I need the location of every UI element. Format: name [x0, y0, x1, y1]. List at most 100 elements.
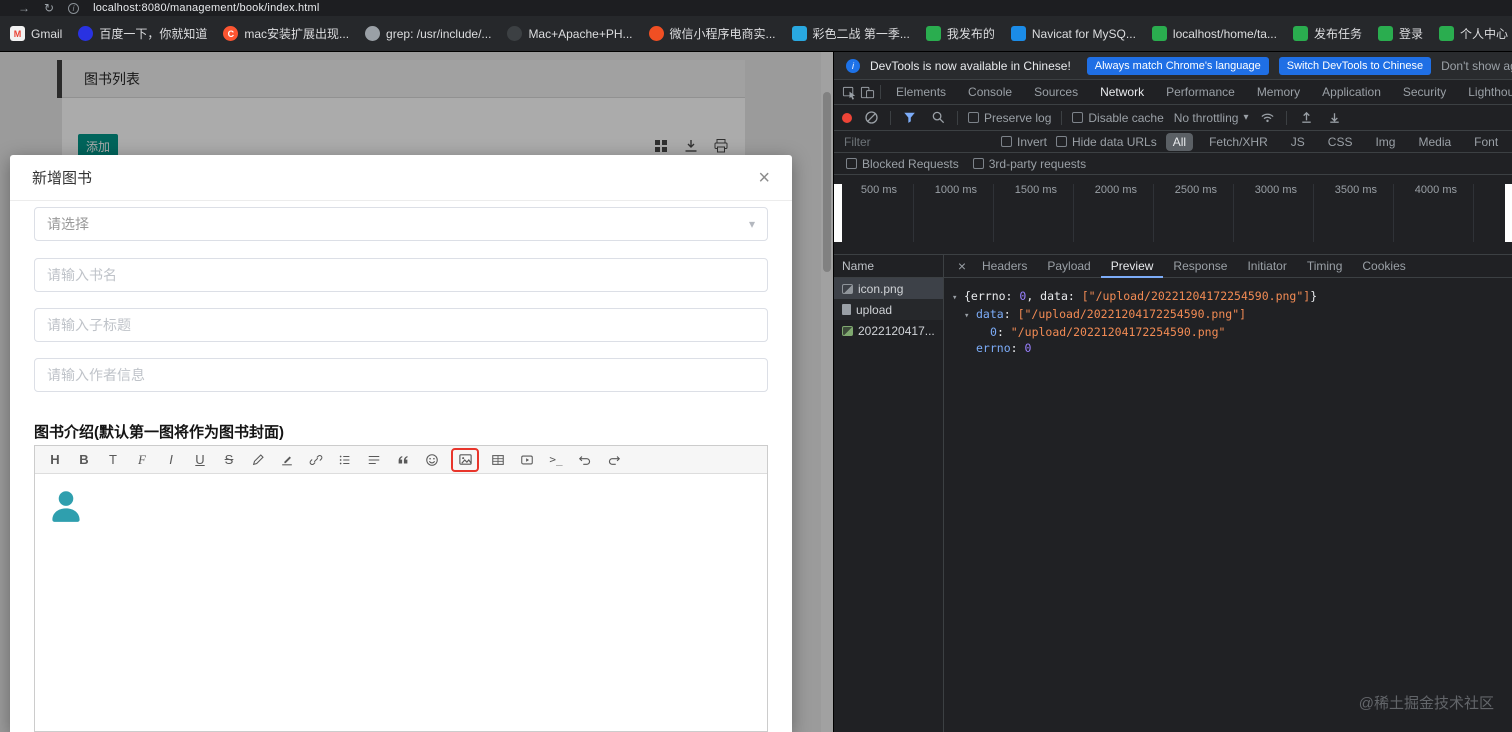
divider [880, 85, 881, 99]
invert-checkbox[interactable]: Invert [1001, 135, 1047, 149]
throttling-dropdown[interactable]: No throttling ▾ [1174, 111, 1249, 125]
inspect-icon[interactable] [840, 83, 858, 101]
hide-data-urls-checkbox[interactable]: Hide data URLs [1056, 135, 1157, 149]
filter-chip-fetch-xhr[interactable]: Fetch/XHR [1202, 133, 1275, 151]
align-icon[interactable] [364, 449, 384, 471]
tab-payload[interactable]: Payload [1037, 255, 1100, 278]
request-row-image[interactable]: 2022120417... [834, 320, 943, 341]
match-language-button[interactable]: Always match Chrome's language [1086, 56, 1269, 75]
highlight-icon[interactable] [277, 449, 297, 471]
bookmark-ww2-series[interactable]: 彩色二战 第一季... [791, 25, 910, 42]
expand-caret-icon[interactable]: ▾ [964, 308, 976, 324]
bookmark-profile[interactable]: 个人中心 [1439, 25, 1508, 42]
json-data-line[interactable]: ▾ data: ["/upload/20221204172254590.png"] [944, 306, 1512, 324]
disable-cache-checkbox[interactable]: Disable cache [1072, 111, 1164, 125]
tab-lighthouse[interactable]: Lighthouse [1457, 80, 1512, 104]
redo-icon[interactable] [604, 449, 624, 471]
table-icon[interactable] [488, 449, 508, 471]
tab-elements[interactable]: Elements [885, 80, 957, 104]
url-text[interactable]: localhost:8080/management/book/index.htm… [93, 2, 320, 14]
tab-security[interactable]: Security [1392, 80, 1457, 104]
tab-console[interactable]: Console [957, 80, 1023, 104]
import-har-icon[interactable] [1297, 109, 1315, 127]
close-detail-icon[interactable]: × [952, 258, 972, 274]
switch-to-chinese-button[interactable]: Switch DevTools to Chinese [1278, 56, 1432, 75]
tab-application[interactable]: Application [1311, 80, 1392, 104]
editor-content[interactable] [35, 475, 767, 731]
filter-chip-js[interactable]: JS [1284, 133, 1312, 151]
filter-chip-css[interactable]: CSS [1321, 133, 1360, 151]
export-har-icon[interactable] [1325, 109, 1343, 127]
tab-initiator[interactable]: Initiator [1237, 255, 1296, 278]
bookmark-grep[interactable]: grep: /usr/include/... [365, 26, 491, 41]
link-icon[interactable] [306, 449, 326, 471]
third-party-checkbox[interactable]: 3rd-party requests [972, 157, 1086, 171]
wechat-favicon [648, 26, 664, 41]
filter-chip-font[interactable]: Font [1467, 133, 1505, 151]
author-input[interactable] [34, 358, 768, 392]
bookmark-my-posts[interactable]: 我发布的 [925, 25, 995, 42]
book-name-input[interactable] [34, 258, 768, 292]
bookmark-localhost-home[interactable]: localhost/home/ta... [1151, 26, 1277, 41]
tab-network[interactable]: Network [1089, 80, 1155, 104]
green-favicon [925, 26, 941, 41]
italic-icon[interactable]: I [161, 449, 181, 471]
bookmark-login[interactable]: 登录 [1377, 25, 1423, 42]
filter-icon[interactable] [901, 109, 919, 127]
underline-icon[interactable]: U [190, 449, 210, 471]
dont-show-again-button[interactable]: Don't show again [1441, 59, 1512, 73]
request-row-upload[interactable]: upload [834, 299, 943, 320]
tab-headers[interactable]: Headers [972, 255, 1037, 278]
green-favicon [1151, 26, 1167, 41]
undo-icon[interactable] [575, 449, 595, 471]
record-button[interactable] [842, 112, 852, 123]
tab-performance[interactable]: Performance [1155, 80, 1246, 104]
tab-sources[interactable]: Sources [1023, 80, 1089, 104]
quote-icon[interactable] [393, 449, 413, 471]
bookmark-mac-apache[interactable]: Mac+Apache+PH... [507, 26, 633, 41]
bullet-list-icon[interactable] [335, 449, 355, 471]
tab-response[interactable]: Response [1163, 255, 1237, 278]
tab-preview[interactable]: Preview [1101, 255, 1164, 278]
bold-icon[interactable]: B [74, 449, 94, 471]
font-family-icon[interactable]: F [132, 449, 152, 471]
clear-icon[interactable] [862, 109, 880, 127]
bookmark-wechat-miniprogram[interactable]: 微信小程序电商实... [648, 25, 776, 42]
filter-chip-all[interactable]: All [1165, 132, 1194, 151]
json-root-line[interactable]: ▾ {errno: 0, data: ["/upload/202212041722… [944, 288, 1512, 306]
subtitle-input[interactable] [34, 308, 768, 342]
filter-chip-img[interactable]: Img [1368, 133, 1402, 151]
network-conditions-icon[interactable] [1258, 109, 1276, 127]
bookmark-gmail[interactable]: M Gmail [10, 26, 62, 41]
device-toolbar-icon[interactable] [858, 83, 876, 101]
filter-chip-media[interactable]: Media [1411, 133, 1458, 151]
font-size-icon[interactable]: T [103, 449, 123, 471]
tab-memory[interactable]: Memory [1246, 80, 1311, 104]
bookmark-navicat[interactable]: Navicat for MySQ... [1010, 26, 1136, 41]
heading-icon[interactable]: H [45, 449, 65, 471]
search-icon[interactable] [929, 109, 947, 127]
bookmark-csdn[interactable]: Cmac安装扩展出现... [223, 25, 349, 42]
network-timeline[interactable]: 500 ms 1000 ms 1500 ms 2000 ms 2500 ms 3… [834, 175, 1512, 255]
strikethrough-icon[interactable]: S [219, 449, 239, 471]
category-select[interactable]: 请选择 ▾ [34, 207, 768, 241]
code-block-icon[interactable]: >_ [546, 449, 566, 471]
requests-name-header[interactable]: Name [834, 255, 943, 278]
preserve-log-checkbox[interactable]: Preserve log [968, 111, 1051, 125]
blocked-requests-checkbox[interactable]: Blocked Requests [846, 157, 959, 171]
tab-cookies[interactable]: Cookies [1352, 255, 1415, 278]
reload-icon[interactable]: ↻ [44, 2, 54, 14]
image-icon[interactable] [451, 447, 479, 472]
expand-caret-icon[interactable]: ▾ [952, 290, 964, 306]
bookmark-publish-task[interactable]: 发布任务 [1292, 25, 1362, 42]
text-color-icon[interactable] [248, 449, 268, 471]
emoji-icon[interactable] [422, 449, 442, 471]
tab-timing[interactable]: Timing [1297, 255, 1353, 278]
site-info-icon[interactable]: i [68, 2, 80, 14]
network-filter-input[interactable] [844, 134, 992, 149]
bookmark-baidu[interactable]: 百度一下，你就知道 [78, 25, 207, 42]
request-row-icon-png[interactable]: icon.png [834, 278, 943, 299]
close-icon[interactable]: × [758, 168, 770, 188]
video-icon[interactable] [517, 449, 537, 471]
forward-arrow-icon[interactable]: → [18, 2, 30, 14]
